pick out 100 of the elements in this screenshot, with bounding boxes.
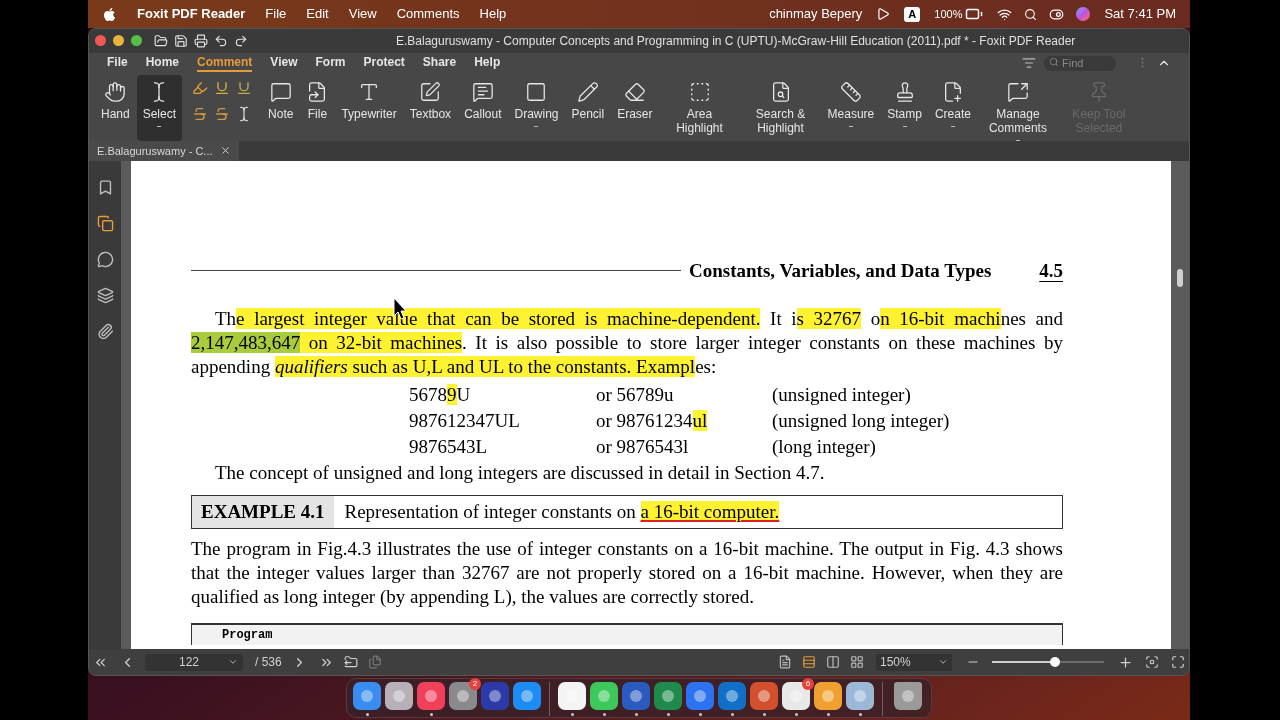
tool-button[interactable]: Search & Highlight (740, 74, 821, 141)
save-icon[interactable] (174, 33, 188, 48)
print-icon[interactable] (194, 33, 208, 48)
facing-page-icon[interactable] (826, 655, 840, 670)
find-field[interactable]: Find (1044, 55, 1116, 71)
search-options-icon[interactable] (1022, 55, 1036, 70)
app-icon[interactable] (417, 682, 445, 710)
tool-button[interactable]: Textbox (403, 74, 458, 141)
ribbon-tab[interactable]: Share (422, 53, 457, 72)
tool-button[interactable]: Pencil (565, 74, 611, 141)
app-icon[interactable] (750, 682, 778, 710)
pages-icon[interactable] (96, 214, 114, 232)
clock[interactable]: Sat 7:41 PM (1104, 4, 1176, 24)
document-tab[interactable]: E.Balaguruswamy - C... (89, 140, 239, 161)
comment-arrow-icon (1006, 80, 1029, 103)
ribbon-tab[interactable]: Comment (197, 53, 253, 72)
search-icon[interactable] (1024, 7, 1038, 21)
app-icon[interactable] (686, 682, 714, 710)
close-icon[interactable] (220, 145, 231, 157)
paperclip-icon[interactable] (96, 322, 114, 340)
fullscreen-icon[interactable] (1171, 655, 1185, 670)
layers-icon[interactable] (96, 286, 114, 304)
menu-item[interactable]: Edit (306, 4, 329, 24)
tool-button[interactable]: Measure (821, 74, 881, 141)
app-icon[interactable] (449, 682, 477, 710)
extract-page-icon[interactable] (343, 655, 358, 670)
apple-icon[interactable] (102, 6, 117, 22)
menu-item[interactable]: View (348, 4, 377, 24)
tool-button[interactable]: Drawing (508, 74, 565, 141)
example-text: 9876543L (409, 434, 488, 459)
scrollbar-thumb[interactable] (1177, 268, 1183, 287)
app-menu[interactable]: Foxit PDF Reader (137, 4, 246, 24)
fit-page-icon[interactable] (1145, 655, 1159, 670)
running-head: Constants, Variables, and Data Types (689, 258, 992, 283)
speech-bubble-icon (269, 80, 292, 103)
program-label: Program (222, 626, 273, 643)
tool-button[interactable]: Stamp (881, 74, 928, 141)
tool-button[interactable]: Area Highlight (659, 74, 740, 141)
ruler-icon (839, 80, 862, 103)
example-title: Representation of integer constants on a 16-bit computer. (344, 499, 780, 524)
app-icon[interactable] (385, 682, 413, 710)
hand-icon (104, 80, 127, 103)
wifi-icon[interactable] (997, 6, 1013, 22)
window-title: E.Balaguruswamy - Computer Concepts and Programming in C (UPTU)-McGraw-Hill Education (2011).pdf * - Foxit PDF Reader (396, 32, 1076, 50)
zoom-in-icon[interactable] (1118, 654, 1133, 670)
tool-button[interactable]: Eraser (611, 74, 659, 141)
app-icon[interactable] (782, 682, 810, 710)
siri-icon[interactable] (1076, 7, 1091, 21)
close-icon[interactable] (95, 35, 106, 47)
app-icon[interactable] (558, 682, 586, 710)
textbox-icon (419, 80, 442, 103)
tool-button[interactable]: Note (262, 74, 300, 141)
folder-icon[interactable] (154, 33, 168, 48)
app-icon[interactable] (718, 682, 746, 710)
zoom-icon[interactable] (131, 35, 142, 47)
menu-item[interactable]: Help (479, 4, 507, 24)
tool-button[interactable]: Select (136, 74, 183, 141)
app-icon[interactable] (353, 682, 381, 710)
sentence: The concept of unsigned and long integers are discussed in detail in Section 4.7. (214, 460, 826, 485)
tool-button[interactable]: Typewriter (335, 74, 403, 141)
zoom-field[interactable]: 150% (876, 653, 952, 671)
grid-page-icon[interactable] (850, 655, 864, 670)
minimize-icon[interactable] (113, 35, 124, 47)
zoom-slider-thumb[interactable] (1049, 657, 1060, 668)
example-text: 987612347UL (409, 408, 520, 433)
app-icon[interactable] (846, 682, 874, 710)
ribbon-tab[interactable]: File (107, 53, 128, 72)
input-source-badge[interactable]: A (904, 6, 921, 22)
eraser-icon (623, 80, 646, 103)
tool-button[interactable]: File (300, 74, 335, 141)
single-page-icon[interactable] (778, 655, 792, 670)
tool-button[interactable]: Callout (458, 74, 508, 141)
area-icon (688, 80, 711, 103)
menu-item[interactable]: File (265, 4, 287, 24)
example-text: (long integer) (772, 434, 876, 459)
app-icon[interactable] (814, 682, 842, 710)
ribbon-tab[interactable]: View (270, 53, 298, 72)
continuous-page-icon[interactable] (802, 655, 816, 670)
page-number: 4.5 (1039, 258, 1063, 283)
app-icon[interactable] (590, 682, 618, 710)
app-icon[interactable] (654, 682, 682, 710)
notification-badge: 6 (802, 678, 814, 690)
battery-percent: 100% (934, 6, 963, 22)
page-field[interactable]: 122 (145, 653, 243, 671)
ribbon-tab[interactable]: Help (474, 53, 501, 72)
undo-icon[interactable] (214, 33, 228, 48)
trash-icon[interactable] (894, 682, 922, 710)
tool-button[interactable]: Manage Comments (977, 74, 1058, 141)
ribbon-tab[interactable]: Protect (363, 53, 405, 72)
menu-item[interactable]: Comments (396, 4, 460, 24)
play-icon[interactable] (876, 7, 891, 21)
ribbon-tab[interactable]: Home (145, 53, 179, 72)
comment-icon[interactable] (96, 250, 114, 268)
user-name[interactable]: chinmay Bepery (769, 4, 863, 24)
tool-button[interactable]: Create (928, 74, 977, 141)
app-icon[interactable] (513, 682, 541, 710)
tool-button[interactable]: Hand (95, 74, 136, 141)
redo-icon[interactable] (234, 33, 248, 48)
control-center-icon[interactable] (1049, 6, 1065, 22)
ribbon-tab[interactable]: Form (315, 53, 346, 72)
